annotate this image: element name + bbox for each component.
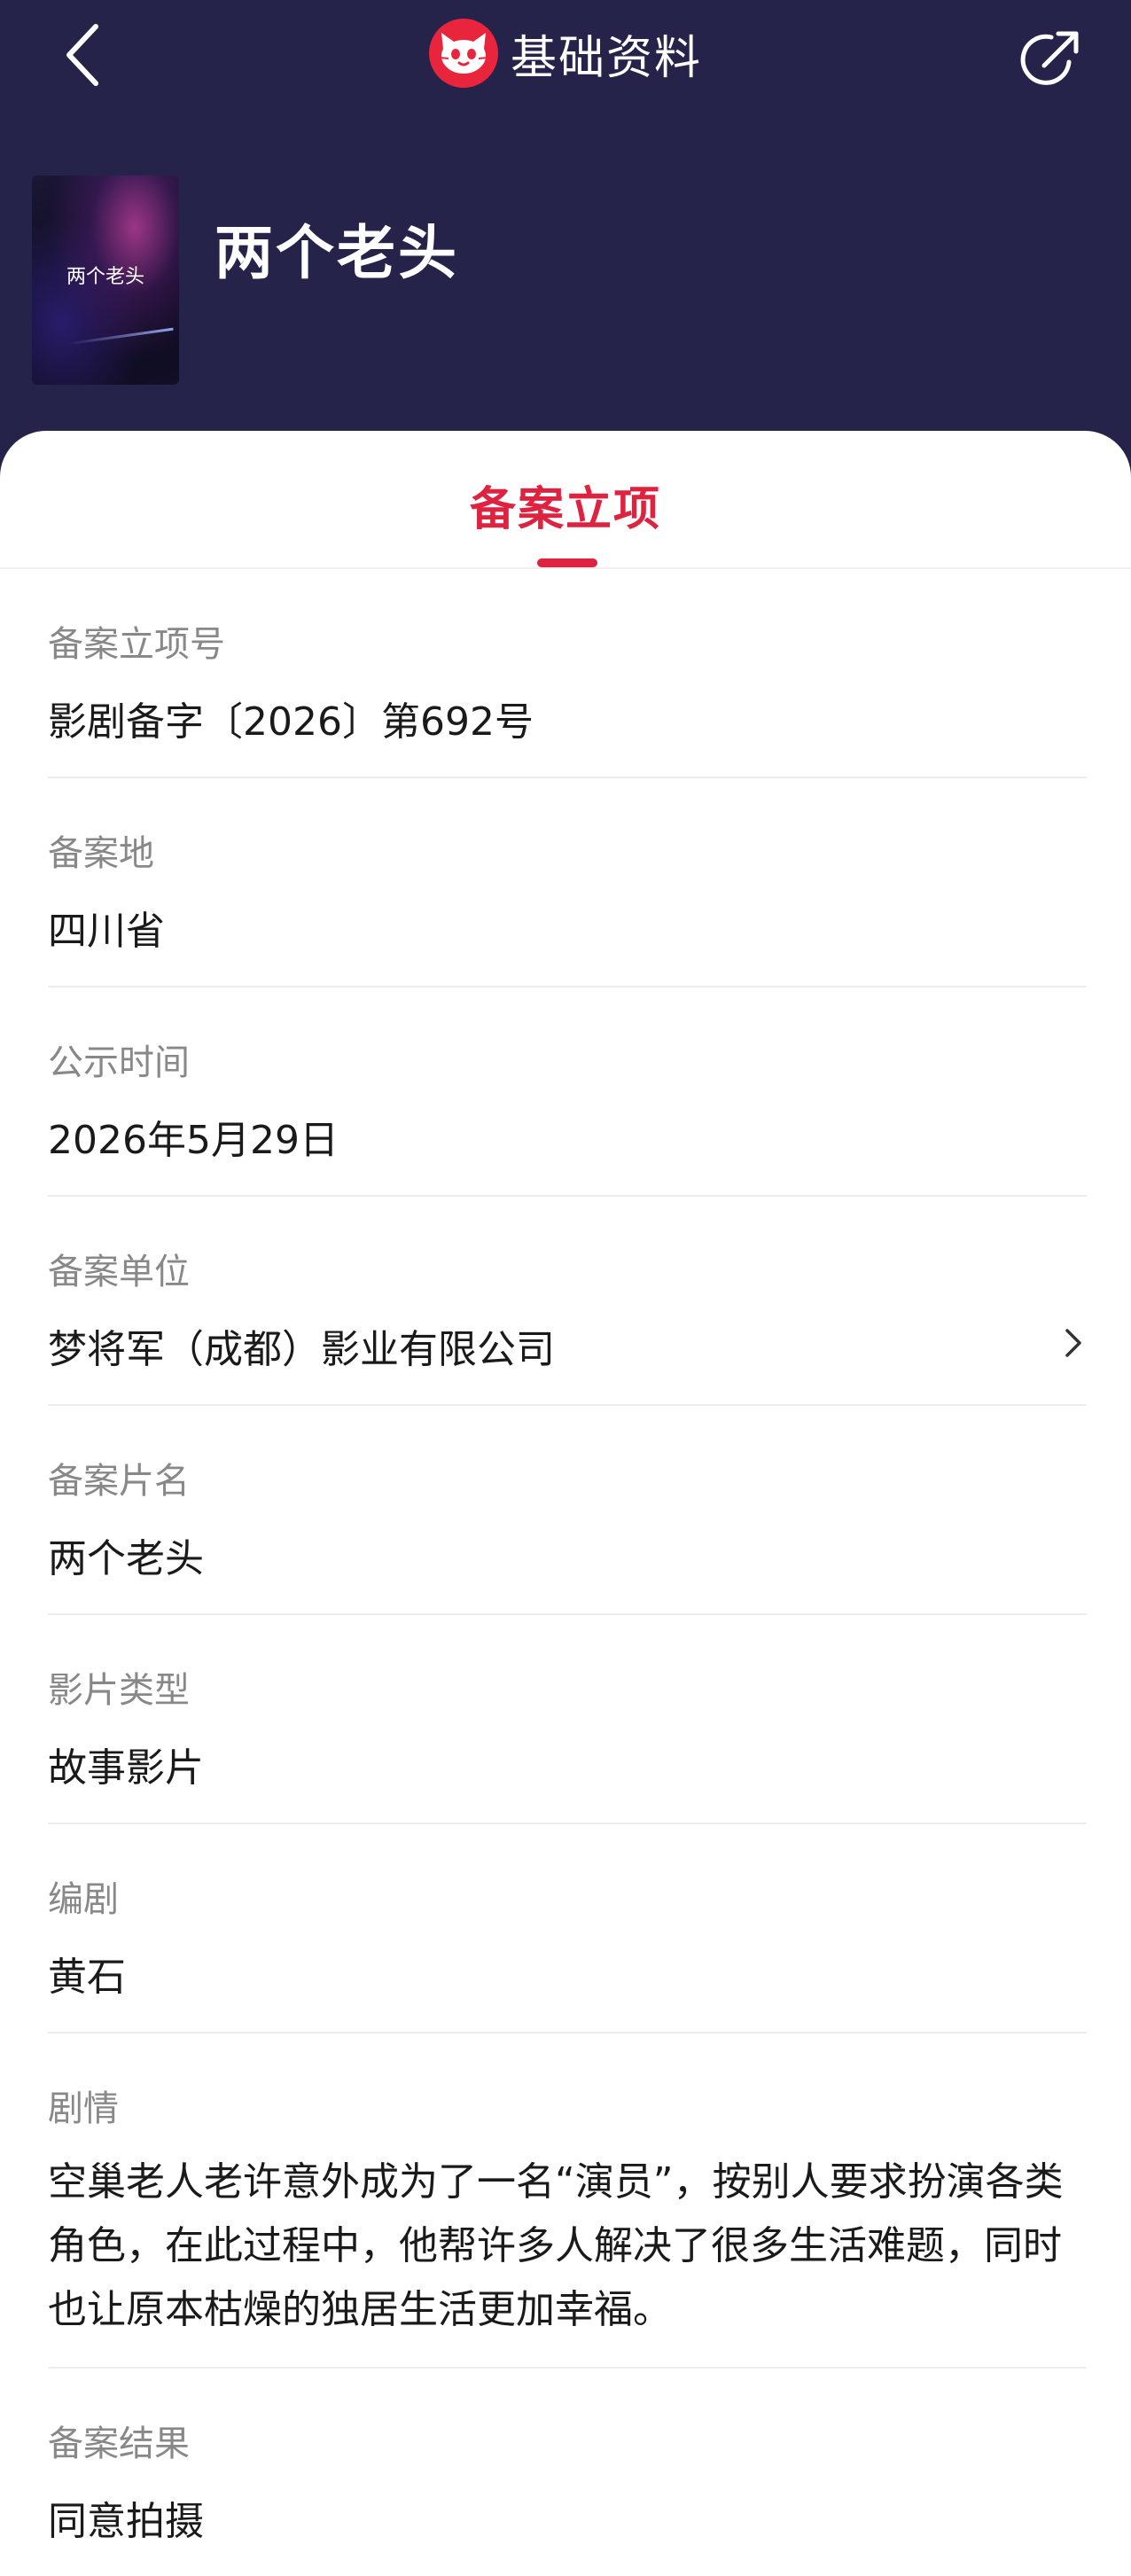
share-button[interactable] (1010, 20, 1090, 99)
field-filing-location: 备案地 四川省 (48, 778, 1087, 987)
field-filing-result: 备案结果 同意拍摄 (48, 2369, 1087, 2576)
field-label: 备案片名 (48, 1461, 190, 1502)
field-screenwriter: 编剧 黄石 (48, 1824, 1087, 2033)
details-card: 备案立项 备案立项号 影剧备字〔2026〕第692号 备案地 四川省 公示时间 … (0, 431, 1131, 2544)
field-label: 备案地 (48, 833, 154, 874)
field-value: 故事影片 (48, 1745, 204, 1791)
field-filing-number: 备案立项号 影剧备字〔2026〕第692号 (48, 569, 1087, 778)
field-label: 公示时间 (48, 1042, 190, 1083)
field-label: 影片类型 (48, 1670, 190, 1711)
field-filing-company[interactable]: 备案单位 梦将军（成都）影业有限公司 (48, 1197, 1087, 1406)
field-value: 空巢老人老许意外成为了一名“演员”，按别人要求扮演各类角色，在此过程中，他帮许多… (48, 2159, 1064, 2332)
top-nav-bar: 基础资料 (0, 0, 1131, 115)
poster-decoration (67, 327, 174, 346)
field-value: 2026年5月29日 (48, 1118, 339, 1163)
cat-logo-icon (428, 19, 498, 88)
tab-active-indicator (537, 558, 597, 567)
field-plot: 剧情 空巢老人老许意外成为了一名“演员”，按别人要求扮演各类角色，在此过程中，他… (48, 2033, 1087, 2369)
field-publish-date: 公示时间 2026年5月29日 (48, 987, 1087, 1197)
page-title: 基础资料 (510, 31, 702, 85)
field-label: 编剧 (48, 1879, 119, 1920)
tab-bar: 备案立项 (0, 431, 1131, 569)
movie-poster[interactable]: 两个老头 (32, 176, 179, 385)
field-value: 黄石 (48, 1955, 126, 2000)
poster-title-text: 两个老头 (66, 266, 144, 288)
field-value: 梦将军（成都）影业有限公司 (48, 1327, 555, 1372)
field-value: 同意拍摄 (48, 2499, 204, 2544)
field-label: 备案立项号 (48, 624, 225, 665)
field-value: 影剧备字〔2026〕第692号 (48, 699, 534, 745)
field-film-type: 影片类型 故事影片 (48, 1615, 1087, 1824)
field-label: 备案结果 (48, 2424, 190, 2464)
share-icon (1020, 31, 1079, 85)
header: 基础资料 两个老头 两个老头 (0, 0, 1131, 496)
nav-title-group: 基础资料 (0, 16, 1131, 90)
field-label: 备案单位 (48, 1252, 190, 1292)
chevron-right-icon (1060, 1321, 1087, 1365)
field-filing-title: 备案片名 两个老头 (48, 1406, 1087, 1615)
field-label: 剧情 (48, 2088, 119, 2129)
tab-filing-project[interactable]: 备案立项 (0, 472, 1131, 538)
field-value: 四川省 (48, 909, 165, 954)
movie-title: 两个老头 (214, 219, 459, 287)
field-value: 两个老头 (48, 1536, 204, 1581)
field-list: 备案立项号 影剧备字〔2026〕第692号 备案地 四川省 公示时间 2026年… (0, 569, 1131, 2576)
